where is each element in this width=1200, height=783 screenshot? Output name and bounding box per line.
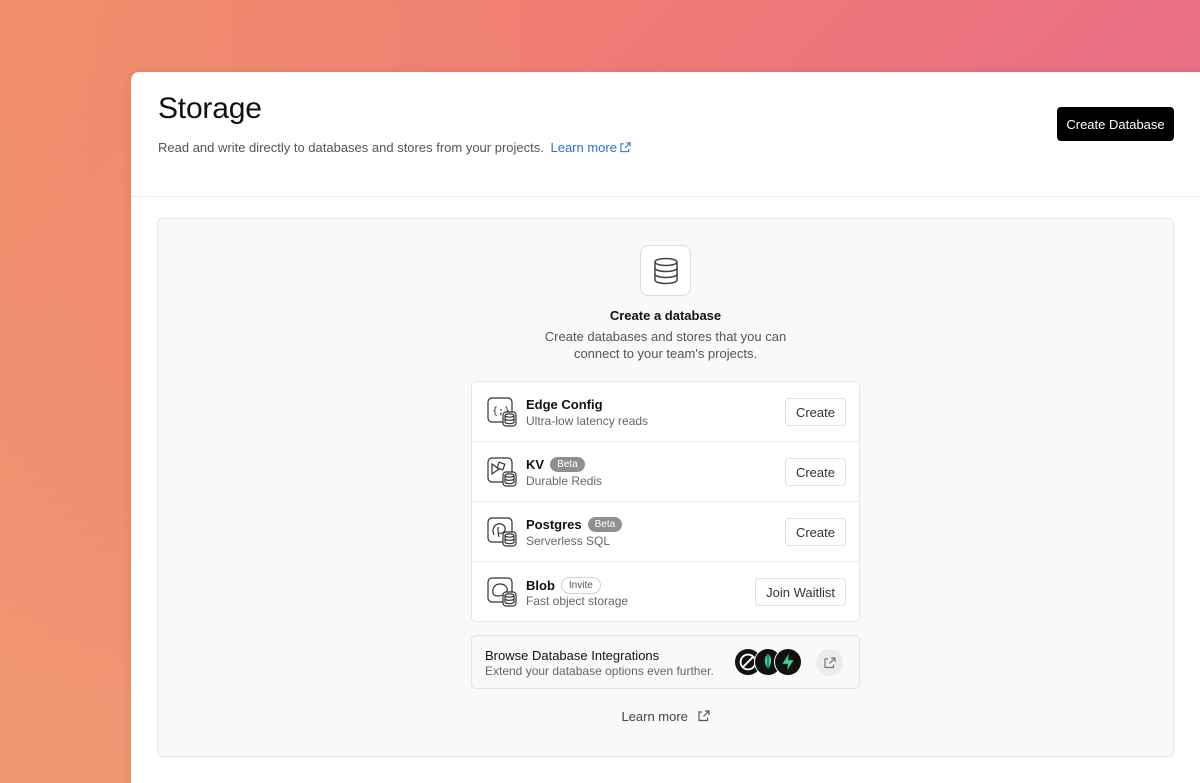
learn-more-bottom-label: Learn more bbox=[621, 709, 688, 724]
store-list: {;} Edge Config Ultra-low latency reads … bbox=[471, 381, 860, 622]
database-icon-tile bbox=[640, 245, 691, 296]
create-edge-config-button[interactable]: Create bbox=[784, 398, 846, 426]
list-item-kv: KV Beta Durable Redis Create bbox=[472, 442, 859, 502]
list-item-blob: Blob Invite Fast object storage Join Wait… bbox=[472, 562, 859, 622]
database-icon bbox=[653, 257, 678, 284]
store-name-label: KV bbox=[526, 457, 545, 472]
integrations-description: Extend your database options even furthe… bbox=[485, 664, 714, 678]
create-kv-button[interactable]: Create bbox=[784, 458, 846, 486]
learn-more-link[interactable]: Learn more bbox=[550, 140, 631, 155]
store-name-label: Postgres bbox=[526, 517, 582, 532]
join-waitlist-button[interactable]: Join Waitlist bbox=[755, 578, 846, 606]
external-link-icon bbox=[697, 710, 710, 722]
beta-badge: Beta bbox=[587, 517, 623, 532]
learn-more-label: Learn more bbox=[550, 140, 617, 155]
store-description: Fast object storage bbox=[526, 594, 629, 608]
store-name: Edge Config bbox=[526, 397, 603, 412]
supabase-logo bbox=[774, 648, 802, 676]
open-integrations-button[interactable] bbox=[816, 649, 843, 676]
store-description: Durable Redis bbox=[526, 474, 603, 488]
blob-icon bbox=[487, 577, 517, 607]
beta-badge: Beta bbox=[550, 457, 585, 472]
integration-logos bbox=[734, 648, 804, 678]
store-name: KV Beta bbox=[526, 457, 585, 472]
store-name-label: Edge Config bbox=[526, 397, 603, 412]
list-item-postgres: Postgres Beta Serverless SQL Create bbox=[472, 502, 859, 562]
create-postgres-button[interactable]: Create bbox=[784, 518, 846, 546]
integrations-title: Browse Database Integrations bbox=[485, 648, 660, 663]
empty-state-description: Create databases and stores that you can… bbox=[544, 329, 787, 361]
store-description: Serverless SQL bbox=[526, 534, 611, 548]
page-header: Storage Read and write directly to datab… bbox=[131, 72, 1200, 197]
learn-more-bottom-link[interactable]: Learn more bbox=[158, 709, 1173, 724]
page-title: Storage bbox=[158, 92, 262, 125]
list-item-edge-config: {;} Edge Config Ultra-low latency reads … bbox=[472, 382, 859, 442]
store-name-label: Blob bbox=[526, 578, 555, 593]
subtitle-text: Read and write directly to databases and… bbox=[158, 140, 544, 155]
browse-integrations-card[interactable]: Browse Database Integrations Extend your… bbox=[471, 635, 860, 689]
page-subtitle: Read and write directly to databases and… bbox=[158, 140, 631, 155]
empty-state-title: Create a database bbox=[609, 308, 722, 323]
invite-badge: Invite bbox=[560, 577, 601, 594]
kv-icon bbox=[487, 457, 517, 487]
empty-state: Create a database Create databases and s… bbox=[157, 218, 1174, 757]
external-link-icon bbox=[823, 656, 836, 668]
postgres-icon bbox=[487, 517, 517, 547]
external-link-icon bbox=[620, 142, 631, 153]
create-database-button[interactable]: Create Database bbox=[1057, 107, 1174, 141]
store-name: Postgres Beta bbox=[526, 517, 623, 532]
storage-panel: Storage Read and write directly to datab… bbox=[131, 72, 1200, 783]
store-description: Ultra-low latency reads bbox=[526, 414, 649, 428]
edge-config-icon: {;} bbox=[487, 397, 517, 427]
store-name: Blob Invite bbox=[526, 577, 601, 594]
